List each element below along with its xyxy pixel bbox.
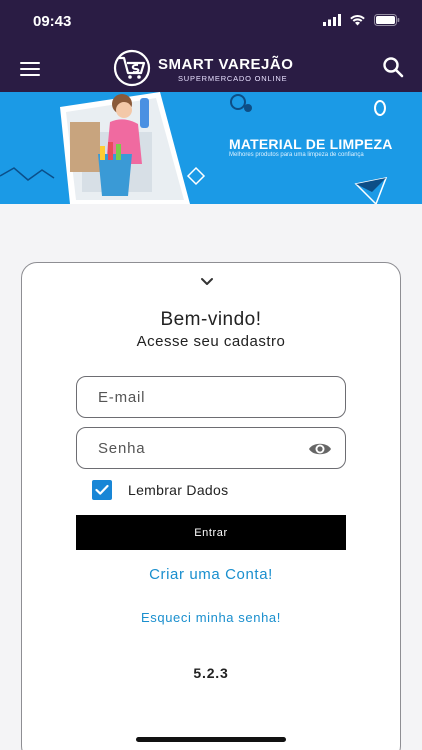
search-icon[interactable]	[382, 56, 404, 78]
app-header: SMART VAREJÃO SUPERMERCADO ONLINE	[0, 44, 422, 92]
logo-title: SMART VAREJÃO	[158, 56, 294, 73]
menu-button[interactable]	[20, 58, 42, 78]
create-account-link[interactable]: Criar uma Conta!	[22, 566, 400, 583]
check-icon	[95, 484, 109, 495]
welcome-title: Bem-vindo!	[160, 309, 262, 330]
wifi-icon	[350, 15, 365, 26]
remember-checkbox[interactable]	[92, 480, 112, 500]
hamburger-icon-line	[20, 68, 40, 70]
banner-title: MATERIAL DE LIMPEZA	[229, 136, 393, 152]
email-input[interactable]	[77, 377, 345, 417]
logo: SMART VAREJÃO SUPERMERCADO ONLINE	[112, 48, 312, 88]
banner-subtitle: Melhores produtos para uma limpeza de co…	[229, 152, 364, 158]
hamburger-icon	[20, 62, 40, 64]
remember-label: Lembrar Dados	[128, 482, 229, 498]
email-field[interactable]	[76, 376, 346, 418]
logo-subtitle: SUPERMERCADO ONLINE	[178, 74, 288, 83]
app-version: 5.2.3	[193, 665, 229, 681]
chevron-down-icon[interactable]	[200, 277, 214, 287]
password-input[interactable]	[77, 428, 345, 468]
enter-button[interactable]: Entrar	[76, 515, 346, 550]
login-sheet: Bem-vindo! Acesse seu cadastro Lembrar D…	[21, 262, 401, 750]
promo-banner[interactable]: MATERIAL DE LIMPEZA Melhores produtos pa…	[0, 92, 422, 204]
welcome-subtitle: Acesse seu cadastro	[136, 333, 286, 350]
status-icons	[323, 14, 400, 26]
eye-icon[interactable]	[308, 440, 332, 458]
forgot-password-link[interactable]: Esqueci minha senha!	[22, 610, 400, 625]
remember-row: Lembrar Dados	[92, 480, 228, 500]
home-indicator	[136, 737, 286, 742]
battery-icon	[374, 14, 400, 26]
signal-icon	[323, 14, 341, 26]
cart-logo-icon	[113, 49, 151, 87]
status-time: 09:43	[33, 13, 72, 30]
hamburger-icon-line	[20, 74, 40, 76]
status-bar: 09:43	[0, 0, 422, 44]
password-field[interactable]	[76, 427, 346, 469]
